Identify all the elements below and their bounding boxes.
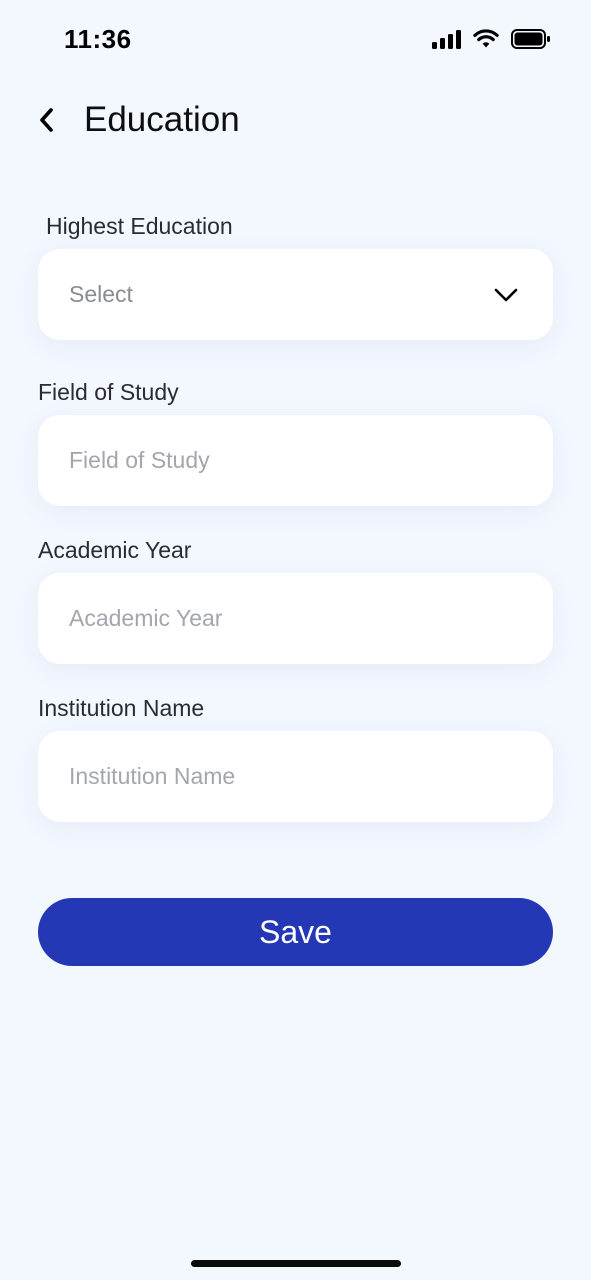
field-of-study-box — [38, 415, 553, 506]
signal-icon — [432, 29, 461, 49]
battery-icon — [511, 29, 550, 49]
field-of-study-label: Field of Study — [38, 379, 179, 405]
field-of-study-input[interactable] — [69, 447, 509, 474]
highest-education-select[interactable]: Select — [38, 249, 553, 340]
home-indicator[interactable] — [191, 1260, 401, 1267]
chevron-left-icon[interactable] — [38, 100, 60, 140]
academic-year-label: Academic Year — [38, 537, 192, 563]
institution-name-input[interactable] — [69, 763, 509, 790]
status-icons — [432, 28, 551, 50]
academic-year-input[interactable] — [69, 605, 509, 632]
institution-name-label: Institution Name — [38, 695, 205, 721]
header: Education — [38, 100, 240, 140]
wifi-icon — [473, 29, 499, 48]
highest-education-label: Highest Education — [46, 213, 233, 239]
save-button[interactable]: Save — [38, 898, 553, 966]
education-screen: 11:36 Education Highest Education Select — [0, 0, 591, 1280]
academic-year-box — [38, 573, 553, 664]
status-time: 11:36 — [64, 24, 132, 54]
institution-name-box — [38, 731, 553, 822]
select-value: Select — [69, 281, 133, 307]
page-title: Education — [84, 100, 240, 139]
chevron-down-icon — [494, 288, 518, 302]
